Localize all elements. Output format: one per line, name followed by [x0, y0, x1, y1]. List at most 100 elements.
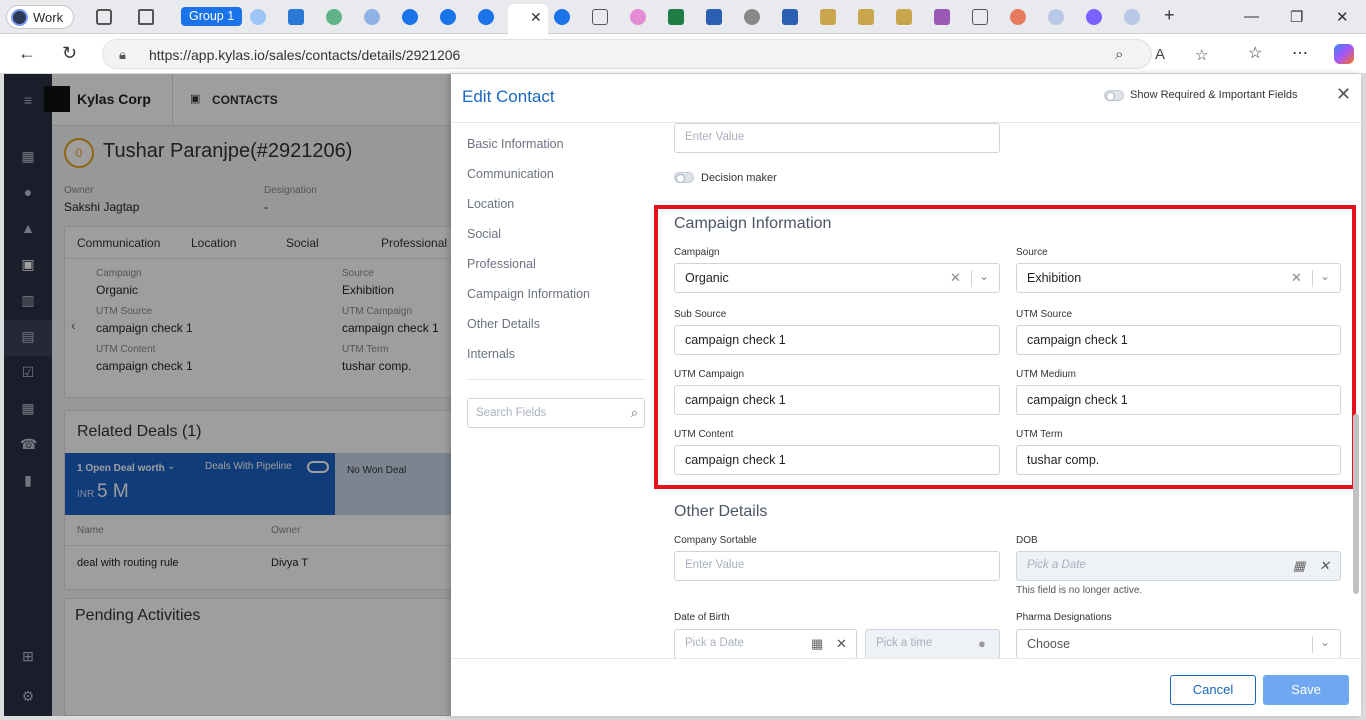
clear-icon[interactable]: ✕ [1291, 270, 1302, 286]
lock-icon: 🔒︎ [119, 47, 126, 62]
tab-favicon[interactable] [896, 9, 912, 25]
section-nav-internals[interactable]: Internals [467, 347, 515, 361]
tab-favicon[interactable] [934, 9, 950, 25]
required-fields-label: Show Required & Important Fields [1130, 89, 1298, 101]
calendar-icon[interactable]: ▦ [1293, 558, 1305, 574]
utm-source-input[interactable]: campaign check 1 [1016, 325, 1341, 355]
decision-maker-toggle[interactable] [674, 172, 694, 183]
tab-favicon[interactable] [1010, 9, 1026, 25]
chevron-down-icon[interactable]: ⌄ [1320, 269, 1330, 283]
top-value-input[interactable]: Enter Value [674, 123, 1000, 153]
search-icon[interactable]: ⌕ [631, 405, 638, 421]
decision-maker-label: Decision maker [701, 172, 777, 184]
minimize-icon[interactable]: — [1244, 8, 1259, 25]
section-nav-professional[interactable]: Professional [467, 257, 536, 271]
vertical-tabs-icon[interactable] [138, 9, 154, 25]
scrollbar-thumb[interactable] [1353, 414, 1359, 594]
close-icon[interactable]: ✕ [530, 9, 542, 26]
required-fields-toggle[interactable] [1104, 90, 1124, 101]
section-nav-basic-information[interactable]: Basic Information [467, 137, 564, 151]
chevron-down-icon[interactable]: ⌄ [1320, 635, 1330, 649]
tab-favicon[interactable] [554, 9, 570, 25]
tab-favicon[interactable] [288, 9, 304, 25]
tab-favicon[interactable] [706, 9, 722, 25]
utm-campaign-input[interactable]: campaign check 1 [674, 385, 1000, 415]
utm-medium-label: UTM Medium [1016, 369, 1077, 380]
tab-favicon[interactable] [478, 9, 494, 25]
chevron-down-icon[interactable]: ⌄ [979, 269, 989, 283]
pharma-select[interactable]: Choose ⌄ [1016, 629, 1341, 659]
tab-favicon[interactable] [668, 9, 684, 25]
favorites-icon[interactable]: ☆ [1248, 43, 1262, 63]
pharma-placeholder: Choose [1027, 637, 1071, 651]
browser-tab-strip: Work Group 1 ✕ + — ❐ ✕ [0, 0, 1366, 34]
section-nav-other-details[interactable]: Other Details [467, 317, 540, 331]
favorite-star-icon[interactable]: ☆ [1195, 46, 1208, 64]
utm-term-input[interactable]: tushar comp. [1016, 445, 1341, 475]
search-fields-input[interactable]: Search Fields ⌕ [467, 398, 645, 428]
section-nav-campaign-information[interactable]: Campaign Information [467, 287, 590, 301]
profile-button[interactable]: Work [6, 5, 74, 29]
more-menu-icon[interactable]: ⋯ [1292, 43, 1308, 63]
clear-icon[interactable]: ✕ [836, 636, 847, 652]
tab-favicon[interactable] [250, 9, 266, 25]
tab-favicon[interactable] [402, 9, 418, 25]
url-field[interactable]: 🔒︎ https://app.kylas.io/sales/contacts/d… [102, 39, 1208, 69]
tab-favicon[interactable] [1048, 9, 1064, 25]
tab-favicon[interactable] [782, 9, 798, 25]
workspaces-icon[interactable] [96, 9, 112, 25]
tab-favicon[interactable] [364, 9, 380, 25]
select-separator [971, 270, 972, 287]
tab-group-chip[interactable]: Group 1 [181, 7, 243, 26]
clock-icon[interactable]: ● [978, 636, 986, 651]
clear-icon[interactable]: ✕ [1319, 558, 1330, 574]
select-separator [1312, 270, 1313, 287]
tab-favicon[interactable] [744, 9, 760, 25]
tab-favicon[interactable] [630, 9, 646, 25]
tab-favicon[interactable] [820, 9, 836, 25]
maximize-icon[interactable]: ❐ [1290, 8, 1303, 26]
tab-favicon[interactable] [592, 9, 608, 25]
date-of-birth-label: Date of Birth [674, 612, 730, 623]
section-nav-communication[interactable]: Communication [467, 167, 554, 181]
copilot-icon[interactable] [1334, 44, 1354, 64]
section-nav-divider [467, 379, 645, 380]
sub-source-label: Sub Source [674, 309, 727, 320]
url-text: https://app.kylas.io/sales/contacts/deta… [149, 47, 461, 63]
zoom-icon[interactable]: ⌕ [1115, 46, 1123, 63]
new-tab-icon[interactable]: + [1164, 5, 1175, 26]
section-nav-location[interactable]: Location [467, 197, 514, 211]
section-nav-social[interactable]: Social [467, 227, 501, 241]
calendar-icon[interactable]: ▦ [811, 636, 823, 652]
cancel-button[interactable]: Cancel [1170, 675, 1256, 705]
close-icon[interactable]: ✕ [1336, 84, 1351, 105]
back-icon[interactable]: ← [18, 43, 36, 64]
sub-source-input[interactable]: campaign check 1 [674, 325, 1000, 355]
dob-input[interactable]: Pick a Date ▦ ✕ [1016, 551, 1341, 581]
date-of-birth-date-input[interactable]: Pick a Date ▦ ✕ [674, 629, 857, 659]
drawer-footer: Cancel Save [451, 658, 1361, 716]
time-placeholder: Pick a time [876, 637, 933, 649]
tab-favicon[interactable] [440, 9, 456, 25]
tab-favicon[interactable] [972, 9, 988, 25]
source-select[interactable]: Exhibition ✕ ⌄ [1016, 263, 1341, 293]
tab-favicon[interactable] [1086, 9, 1102, 25]
campaign-label: Campaign [674, 247, 720, 258]
dob-placeholder: Pick a Date [1027, 559, 1086, 571]
utm-medium-input[interactable]: campaign check 1 [1016, 385, 1341, 415]
tab-favicon[interactable] [326, 9, 342, 25]
active-tab[interactable]: ✕ [508, 4, 548, 34]
modal-backdrop[interactable] [4, 74, 452, 716]
company-sortable-input[interactable]: Enter Value [674, 551, 1000, 581]
tab-favicon[interactable] [1124, 9, 1140, 25]
date-of-birth-time-input[interactable]: Pick a time ● [865, 629, 1000, 659]
campaign-select[interactable]: Organic ✕ ⌄ [674, 263, 1000, 293]
reload-icon[interactable]: ↻ [62, 43, 77, 64]
window-close-icon[interactable]: ✕ [1336, 8, 1349, 26]
tab-favicon[interactable] [858, 9, 874, 25]
clear-icon[interactable]: ✕ [950, 270, 961, 286]
read-aloud-icon[interactable]: A [1155, 46, 1165, 63]
campaign-value: Organic [685, 271, 729, 285]
utm-content-input[interactable]: campaign check 1 [674, 445, 1000, 475]
save-button[interactable]: Save [1263, 675, 1349, 705]
